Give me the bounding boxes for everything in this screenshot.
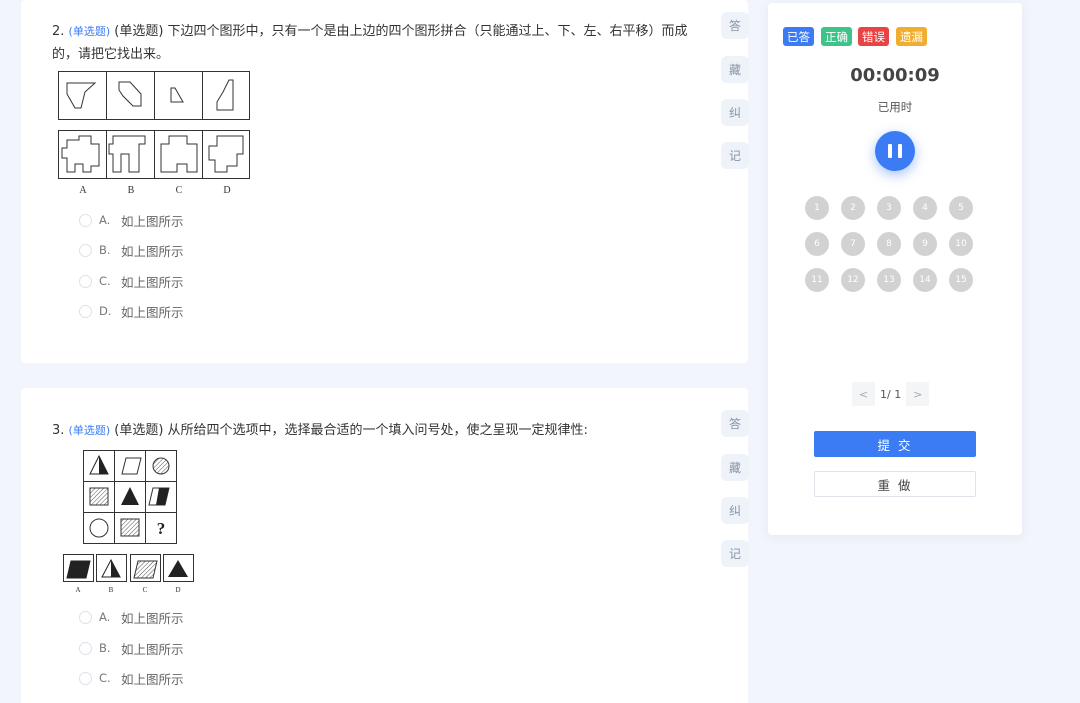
note-button[interactable]: 记 xyxy=(721,142,749,169)
redo-button[interactable]: 重 做 xyxy=(814,471,976,497)
note-button[interactable]: 记 xyxy=(721,540,749,567)
question-number: 3. xyxy=(52,423,65,438)
option-text: 如上图所示 xyxy=(121,213,184,229)
question-type-tag: (单选题) xyxy=(68,424,111,437)
option-letter: A. xyxy=(99,610,111,624)
option-b[interactable]: B. 如上图所示 xyxy=(79,240,184,260)
radio-button[interactable] xyxy=(79,610,92,624)
figure-label-b: B xyxy=(128,185,135,196)
question-title: 3. (单选题) (单选题) 从所给四个选项中，选择最合适的一个填入问号处，使之… xyxy=(52,419,700,442)
option-c[interactable]: C. 如上图所示 xyxy=(79,271,184,291)
option-letter: B. xyxy=(99,243,111,257)
option-c[interactable]: C. 如上图所示 xyxy=(79,668,184,688)
radio-button[interactable] xyxy=(79,304,92,318)
prev-page-button[interactable]: < xyxy=(852,382,875,406)
option-text: 如上图所示 xyxy=(121,641,184,657)
radio-button[interactable] xyxy=(79,641,92,655)
next-page-button[interactable]: > xyxy=(906,382,930,406)
question-number-button[interactable]: 15 xyxy=(949,268,973,292)
submit-button[interactable]: 提 交 xyxy=(814,431,976,457)
option-letter: C. xyxy=(99,274,111,288)
question-number-button[interactable]: 7 xyxy=(841,232,865,256)
radio-button[interactable] xyxy=(79,274,92,288)
radio-button[interactable] xyxy=(79,671,92,685)
question-card-2: 2. (单选题) (单选题) 下边四个图形中，只有一个是由上边的四个图形拼合（只… xyxy=(21,0,749,363)
figure-label-d: D xyxy=(175,586,180,594)
option-b[interactable]: B. 如上图所示 xyxy=(79,638,184,658)
question-number-button[interactable]: 12 xyxy=(841,268,865,292)
option-text: 如上图所示 xyxy=(121,671,184,687)
radio-button[interactable] xyxy=(79,243,92,257)
question-number-button[interactable]: 8 xyxy=(877,232,901,256)
question-figure: ? A B C D xyxy=(63,450,194,594)
collect-button[interactable]: 藏 xyxy=(721,454,749,481)
pause-button[interactable] xyxy=(875,131,915,171)
question-number-button[interactable]: 13 xyxy=(877,268,901,292)
page-indicator: 1/ 1 xyxy=(880,387,902,401)
figure-label-c: C xyxy=(143,586,148,594)
answer-sheet-panel: 已答 正确 错误 遗漏 00:00:09 已用时 1 2 3 4 5 6 7 8 9 10 11 12… xyxy=(768,3,1022,535)
radio-button[interactable] xyxy=(79,213,92,227)
correct-error-button[interactable]: 纠 xyxy=(721,497,749,524)
option-text: 如上图所示 xyxy=(121,610,184,626)
option-text: 如上图所示 xyxy=(121,274,184,290)
question-figure: A B C D xyxy=(58,71,250,196)
question-text: (单选题) 下边四个图形中，只有一个是由上边的四个图形拼合（只能通过上、下、左、… xyxy=(52,24,688,62)
question-number-button[interactable]: 2 xyxy=(841,196,865,220)
option-letter: D. xyxy=(99,304,112,318)
legend-missed: 遗漏 xyxy=(896,27,927,46)
figure-label-a: A xyxy=(79,185,87,196)
question-number-button[interactable]: 14 xyxy=(913,268,937,292)
option-a[interactable]: A. 如上图所示 xyxy=(79,607,184,627)
question-number-button[interactable]: 1 xyxy=(805,196,829,220)
option-text: 如上图所示 xyxy=(121,243,184,259)
question-text: (单选题) 从所给四个选项中，选择最合适的一个填入问号处，使之呈现一定规律性: xyxy=(114,423,588,438)
figure-label-d: D xyxy=(223,185,230,196)
question-type-tag: (单选题) xyxy=(68,25,111,38)
option-letter: A. xyxy=(99,213,111,227)
question-number-button[interactable]: 9 xyxy=(913,232,937,256)
answer-button[interactable]: 答 xyxy=(721,410,749,437)
question-card-3: 3. (单选题) (单选题) 从所给四个选项中，选择最合适的一个填入问号处，使之… xyxy=(21,388,749,703)
legend-wrong: 错误 xyxy=(858,27,889,46)
question-number-button[interactable]: 4 xyxy=(913,196,937,220)
timer-label: 已用时 xyxy=(877,100,913,114)
collect-button[interactable]: 藏 xyxy=(721,56,749,83)
question-mark: ? xyxy=(157,519,166,538)
option-letter: B. xyxy=(99,641,111,655)
question-number-button[interactable]: 10 xyxy=(949,232,973,256)
correct-error-button[interactable]: 纠 xyxy=(721,99,749,126)
question-number-button[interactable]: 3 xyxy=(877,196,901,220)
question-number-button[interactable]: 11 xyxy=(805,268,829,292)
option-letter: C. xyxy=(99,671,111,685)
question-number-button[interactable]: 6 xyxy=(805,232,829,256)
option-text: 如上图所示 xyxy=(121,304,184,320)
figure-label-a: A xyxy=(75,586,80,594)
elapsed-timer: 00:00:09 xyxy=(850,65,940,86)
pagination: < 1/ 1 > xyxy=(852,382,930,406)
answer-button[interactable]: 答 xyxy=(721,12,749,39)
option-a[interactable]: A. 如上图所示 xyxy=(79,210,184,230)
pause-icon xyxy=(888,144,892,158)
option-d[interactable]: D. 如上图所示 xyxy=(79,301,184,321)
question-number-button[interactable]: 5 xyxy=(949,196,973,220)
figure-label-c: C xyxy=(176,185,183,196)
question-number: 2. xyxy=(52,24,65,39)
legend-answered: 已答 xyxy=(783,27,814,46)
question-title: 2. (单选题) (单选题) 下边四个图形中，只有一个是由上边的四个图形拼合（只… xyxy=(52,20,700,66)
figure-label-b: B xyxy=(109,586,114,594)
legend-correct: 正确 xyxy=(821,27,852,46)
